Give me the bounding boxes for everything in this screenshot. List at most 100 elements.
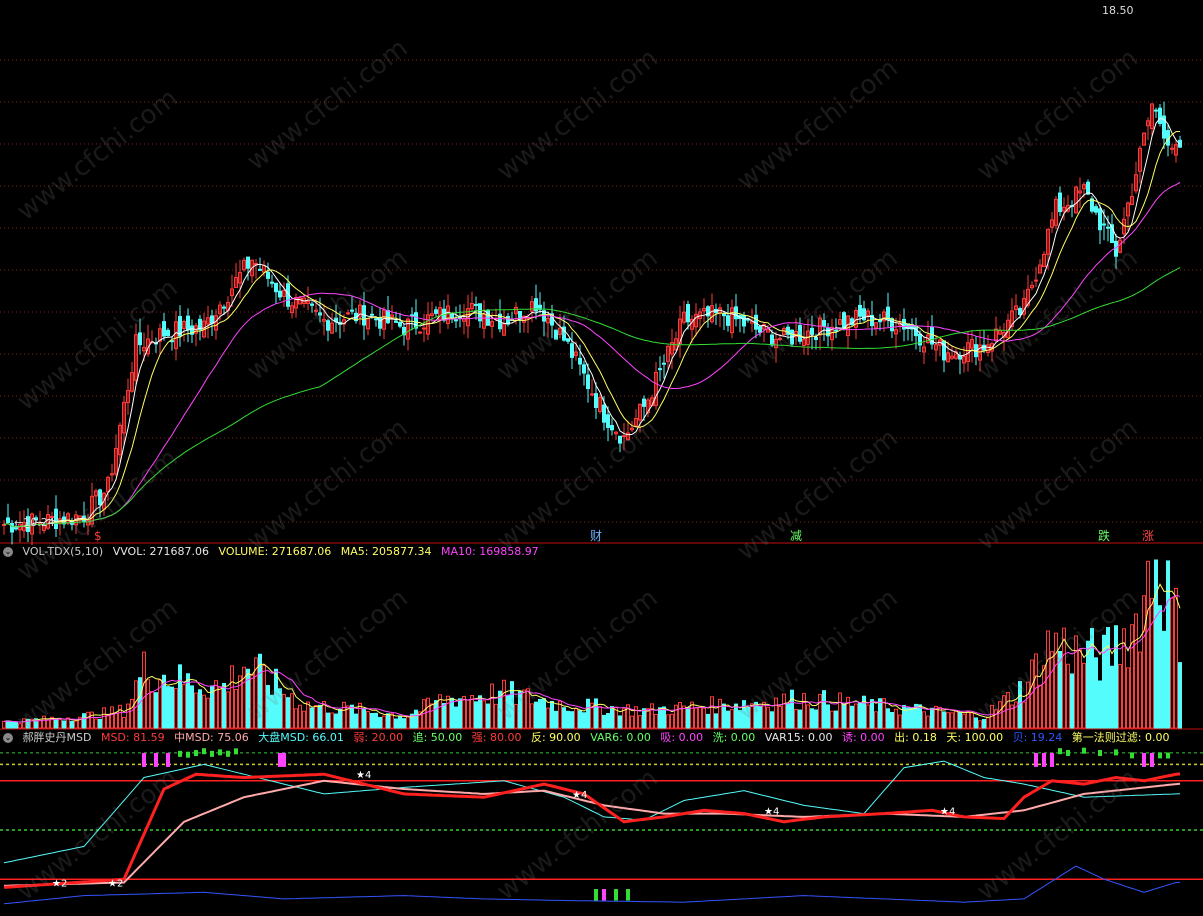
volume-bar <box>458 698 462 729</box>
volume-bar <box>278 688 282 729</box>
vol-legend-0: VVOL: 271687.06 <box>112 545 210 558</box>
volume-bar <box>538 698 542 729</box>
volume-bar <box>974 717 978 729</box>
volume-bar <box>266 685 270 729</box>
volume-bar <box>10 721 14 729</box>
volume-bar <box>710 696 714 729</box>
msd-legend-2: 大盘MSD: 66.01 <box>258 731 344 744</box>
volume-bar <box>382 715 386 729</box>
volume-bar <box>414 709 418 729</box>
volume-bar <box>858 702 862 729</box>
volume-bar <box>446 695 450 729</box>
volume-bar <box>110 706 114 729</box>
candle-body <box>590 393 594 396</box>
volume-bar <box>70 720 74 729</box>
volume-bar <box>586 698 590 729</box>
bei-line <box>3 865 1181 905</box>
volume-bar <box>962 713 966 729</box>
volume-bar <box>262 664 266 729</box>
msd-legend-4: 追: 50.00 <box>412 731 463 744</box>
signal-bar <box>186 751 190 758</box>
volume-bar <box>898 714 902 729</box>
volume-bar <box>518 690 522 729</box>
vol-legend-2: MA5: 205877.34 <box>340 545 432 558</box>
msd-star-label-3: ★4 <box>572 790 587 801</box>
candle-body <box>890 318 894 332</box>
msd-legend-15: 第一法则过滤: 0.00 <box>1071 731 1170 744</box>
volume-bar <box>310 707 314 729</box>
candle-body <box>350 309 354 312</box>
candle-body <box>842 312 846 329</box>
signal-bar <box>1066 749 1070 756</box>
volume-bar <box>750 703 754 729</box>
volume-bar <box>870 699 874 729</box>
volume-bar <box>98 718 102 729</box>
price-high-label: 18.50 <box>1102 4 1134 17</box>
msd-legend-3: 弱: 20.00 <box>353 731 404 744</box>
stock-chart[interactable]: 18.50 ←10.24 $ 财 减 跌 涨 ★2 ★2 ★4 ★4 ★4 ★4 <box>0 0 1203 916</box>
volume-bar <box>806 704 810 729</box>
volume-bar <box>274 668 278 729</box>
volume-bar <box>1178 662 1182 729</box>
candle-body <box>258 268 262 271</box>
volume-bar <box>562 707 566 729</box>
volume-bar <box>218 686 222 729</box>
volume-bar <box>842 702 846 729</box>
volume-bar <box>778 706 782 729</box>
volume-bar <box>754 701 758 729</box>
candle-body <box>1058 192 1062 213</box>
volume-bar <box>190 685 194 729</box>
volume-bar <box>222 682 226 729</box>
signal-bar <box>282 752 286 767</box>
volume-bar <box>642 708 646 729</box>
volume-bar <box>354 713 358 729</box>
volume-bar <box>906 707 910 729</box>
candle-body <box>318 312 322 316</box>
volume-bar <box>894 708 898 729</box>
volume-bar <box>1146 560 1150 729</box>
volume-bar <box>554 710 558 729</box>
volume-bar <box>478 695 482 729</box>
volume-bar <box>998 701 1002 729</box>
volume-bar <box>638 715 642 729</box>
vol-legend-1: VOLUME: 271687.06 <box>218 545 332 558</box>
volume-bar <box>74 720 78 729</box>
volume-bar <box>582 712 586 729</box>
volume-bar <box>606 713 610 729</box>
msd-legend-13: 天: 100.00 <box>946 731 1004 744</box>
msd-legend-6: 反: 90.00 <box>530 731 581 744</box>
signal-bar <box>1130 752 1134 759</box>
candle-body <box>386 310 390 324</box>
volume-bar <box>1042 665 1046 729</box>
volume-bar <box>18 723 22 729</box>
volume-bar <box>194 692 198 729</box>
volume-bar <box>174 688 178 729</box>
volume-bar <box>610 706 614 729</box>
volume-bar <box>1106 627 1110 729</box>
volume-bar <box>1050 651 1054 729</box>
volume-bar <box>770 711 774 729</box>
volume-bar <box>90 711 94 729</box>
collapse-volume-icon[interactable]: ⌄ <box>3 547 13 557</box>
candle-body <box>618 435 622 444</box>
price-low-label: ←10.24 <box>14 516 55 529</box>
candle-body <box>658 368 662 371</box>
msd-star-label-5: ★4 <box>940 806 955 817</box>
volume-bar <box>594 698 598 729</box>
candle-body <box>554 329 558 340</box>
signal-bar <box>154 752 158 767</box>
volume-bar <box>142 651 146 729</box>
volume-bar <box>182 684 186 729</box>
volume-bar <box>290 693 294 729</box>
collapse-msd-icon[interactable]: ⌄ <box>3 733 13 743</box>
candle-body <box>758 326 762 333</box>
volume-bar <box>702 707 706 729</box>
candle-body <box>834 329 838 332</box>
volume-indicator-header: ⌄ VOL-TDX(5,10) VVOL: 271687.06 VOLUME: … <box>0 544 545 560</box>
candle-body <box>566 338 570 342</box>
volume-bar <box>890 712 894 729</box>
volume-bar <box>486 703 490 729</box>
volume-bar <box>774 697 778 729</box>
signal-bar <box>202 748 206 755</box>
candle-body <box>1102 223 1106 226</box>
